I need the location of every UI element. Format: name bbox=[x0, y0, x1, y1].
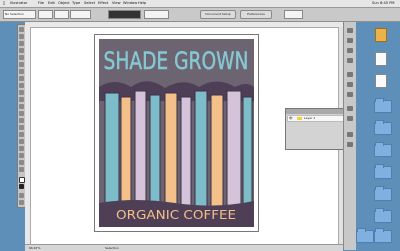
vertical-ruler[interactable] bbox=[25, 27, 31, 245]
layers-panel-icon[interactable] bbox=[347, 132, 353, 137]
selection-indicator: No Selection bbox=[3, 10, 36, 19]
poster-title: SHADE GROWN bbox=[104, 47, 249, 75]
type-tool-icon[interactable] bbox=[19, 55, 24, 60]
folder-icon[interactable] bbox=[356, 228, 374, 243]
arrange-icon[interactable] bbox=[284, 10, 303, 19]
menu-window[interactable]: Window bbox=[123, 0, 137, 7]
direct-selection-tool-icon[interactable] bbox=[19, 34, 24, 39]
line-tool-icon[interactable] bbox=[19, 62, 24, 67]
hand-tool-icon[interactable] bbox=[19, 160, 24, 165]
stroke-panel-icon[interactable] bbox=[347, 72, 353, 77]
layers-panel-titlebar[interactable] bbox=[286, 109, 343, 114]
gradient-panel-icon[interactable] bbox=[347, 82, 353, 87]
menu-type[interactable]: Type bbox=[72, 0, 80, 7]
horizontal-ruler[interactable] bbox=[25, 22, 343, 28]
panel-dock bbox=[343, 22, 356, 250]
tree-trunk bbox=[210, 94, 224, 210]
menu-illustrator[interactable]: Illustrator bbox=[10, 0, 27, 7]
gradient-tool-icon[interactable] bbox=[19, 139, 24, 144]
folder-icon[interactable] bbox=[374, 120, 392, 135]
free-transform-tool-icon[interactable] bbox=[19, 111, 24, 116]
selection-tool-icon[interactable] bbox=[19, 27, 24, 32]
stroke-swatch[interactable] bbox=[54, 10, 69, 19]
rectangle-tool-icon[interactable] bbox=[19, 69, 24, 74]
document-icon bbox=[375, 74, 387, 88]
tree-trunk bbox=[194, 90, 208, 210]
zoom-level[interactable]: 66.67% bbox=[29, 245, 40, 251]
tree-trunk bbox=[104, 92, 120, 206]
status-mode[interactable]: Selection bbox=[105, 245, 119, 251]
graph-tool-icon[interactable] bbox=[19, 125, 24, 130]
pencil-tool-icon[interactable] bbox=[19, 83, 24, 88]
transparency-panel-icon[interactable] bbox=[347, 92, 353, 97]
menu-view[interactable]: View bbox=[112, 0, 121, 7]
graphic-styles-panel-icon[interactable] bbox=[347, 116, 353, 121]
warp-tool-icon[interactable] bbox=[19, 104, 24, 109]
symbols-panel-icon[interactable] bbox=[347, 58, 353, 63]
tree-trunk bbox=[120, 96, 132, 208]
opacity-field[interactable] bbox=[144, 10, 169, 19]
eyedropper-tool-icon[interactable] bbox=[19, 146, 24, 151]
tree-trunk bbox=[149, 94, 161, 210]
menu-file[interactable]: File bbox=[38, 0, 44, 7]
stroke-color-icon[interactable] bbox=[19, 184, 24, 189]
swatches-panel-icon[interactable] bbox=[347, 38, 353, 43]
scale-tool-icon[interactable] bbox=[19, 97, 24, 102]
preferences-button[interactable]: Preferences bbox=[240, 10, 272, 19]
mesh-tool-icon[interactable] bbox=[19, 132, 24, 137]
desktop-icon[interactable] bbox=[375, 52, 387, 66]
folder-icon[interactable] bbox=[374, 228, 392, 243]
folder-icon[interactable] bbox=[374, 164, 392, 179]
tree-trunk bbox=[134, 90, 147, 210]
artboards-panel-icon[interactable] bbox=[347, 142, 353, 147]
document-icon bbox=[375, 28, 387, 42]
control-bar: No Selection Document Setup Preferences bbox=[0, 8, 400, 22]
tree-trunk bbox=[226, 90, 242, 210]
folder-icon[interactable] bbox=[374, 186, 392, 201]
folder-icon[interactable] bbox=[374, 208, 392, 223]
artboard[interactable]: SHADE GROWN ORGANIC COFFEE bbox=[94, 34, 259, 232]
menu-select[interactable]: Select bbox=[84, 0, 95, 7]
poster-subtitle: ORGANIC COFFEE bbox=[116, 208, 236, 222]
fill-swatch[interactable] bbox=[38, 10, 53, 19]
apple-icon[interactable]:  bbox=[3, 0, 5, 7]
tree-trunk bbox=[242, 96, 253, 206]
zoom-tool-icon[interactable] bbox=[19, 167, 24, 172]
menu-edit[interactable]: Edit bbox=[48, 0, 55, 7]
brush-definition[interactable] bbox=[108, 10, 141, 19]
menu-help[interactable]: Help bbox=[138, 0, 146, 7]
pen-tool-icon[interactable] bbox=[19, 48, 24, 53]
tree-trunk bbox=[180, 96, 192, 208]
rotate-tool-icon[interactable] bbox=[19, 90, 24, 95]
menu-object[interactable]: Object bbox=[58, 0, 70, 7]
symbol-sprayer-tool-icon[interactable] bbox=[19, 118, 24, 123]
appearance-panel-icon[interactable] bbox=[347, 106, 353, 111]
tree-trunk bbox=[164, 92, 178, 210]
menu-bar:  Illustrator File Edit Object Type Sele… bbox=[0, 0, 400, 8]
drawing-mode-icon[interactable] bbox=[19, 193, 24, 198]
desktop-icon[interactable] bbox=[375, 28, 387, 42]
brushes-panel-icon[interactable] bbox=[347, 48, 353, 53]
paintbrush-tool-icon[interactable] bbox=[19, 76, 24, 81]
visibility-eye-icon[interactable]: 👁 bbox=[289, 116, 293, 120]
document-icon bbox=[375, 52, 387, 66]
screen-mode-icon[interactable] bbox=[19, 200, 24, 205]
folder-icon[interactable] bbox=[374, 98, 392, 113]
color-panel-icon[interactable] bbox=[347, 28, 353, 33]
desktop-icon[interactable] bbox=[375, 74, 387, 88]
poster-artwork[interactable]: SHADE GROWN ORGANIC COFFEE bbox=[95, 35, 258, 231]
layer-name[interactable]: Layer 1 bbox=[304, 116, 315, 120]
menubar-clock: Sun 8:45 PM bbox=[372, 1, 395, 5]
menu-effect[interactable]: Effect bbox=[98, 0, 108, 7]
folder-icon[interactable] bbox=[374, 142, 392, 157]
stroke-weight-field[interactable] bbox=[70, 10, 91, 19]
magic-wand-tool-icon[interactable] bbox=[19, 41, 24, 46]
blend-tool-icon[interactable] bbox=[19, 153, 24, 158]
layer-thumbnail bbox=[297, 117, 302, 120]
document-setup-button[interactable]: Document Setup bbox=[200, 10, 236, 19]
layers-panel: 👁 Layer 1 bbox=[285, 108, 344, 150]
layer-row[interactable]: 👁 Layer 1 bbox=[287, 115, 344, 122]
